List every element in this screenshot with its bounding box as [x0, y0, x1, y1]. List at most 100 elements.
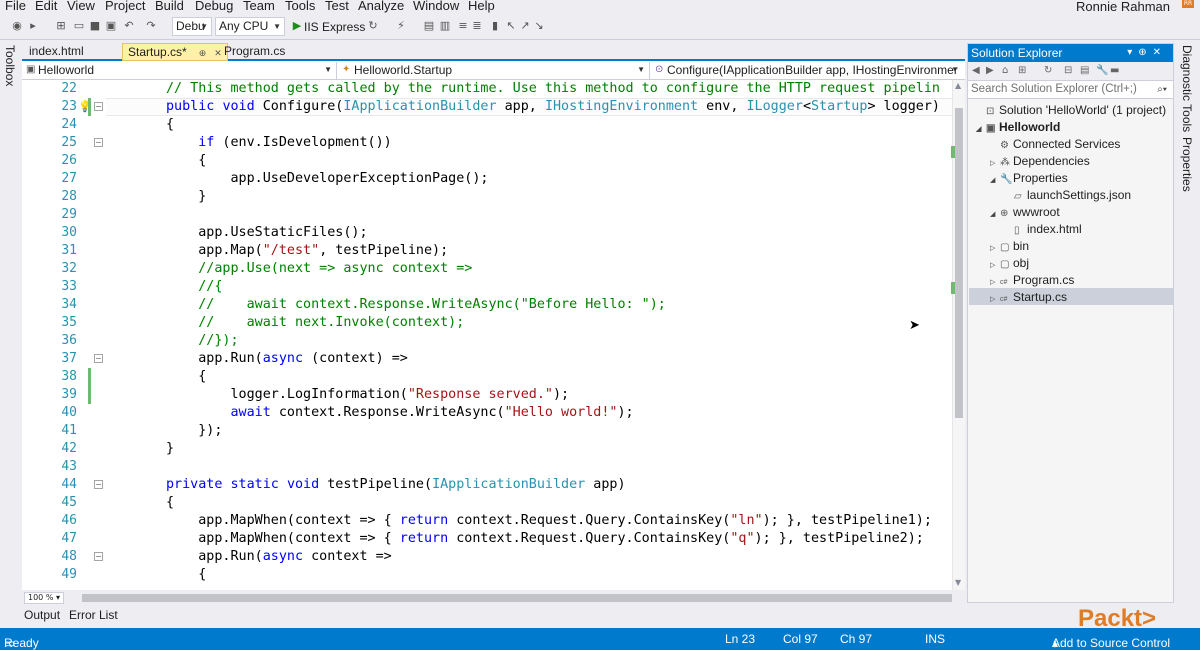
switch-views-icon[interactable]: ⊞ — [1018, 65, 1026, 76]
play-icon[interactable]: ▶ — [290, 19, 304, 33]
menu-project[interactable]: Project — [105, 0, 145, 13]
comment-icon[interactable]: ▤ — [422, 19, 436, 33]
tree-item-startup-cs[interactable]: ▷ c# Startup.cs — [990, 289, 1067, 306]
collapse-toggle[interactable]: − — [94, 354, 103, 363]
open-icon[interactable]: ▭ — [72, 19, 86, 33]
collapse-toggle[interactable]: − — [94, 480, 103, 489]
chevron-up-icon: ▴ — [1052, 636, 1059, 650]
outdent-icon[interactable]: ≣ — [470, 19, 484, 33]
user-name[interactable]: Ronnie Rahman — [1076, 0, 1170, 14]
class-combo[interactable]: ✦ Helloworld.Startup ▼ — [338, 62, 650, 79]
run-target-button[interactable]: IIS Express — [304, 20, 365, 34]
menu-window[interactable]: Window — [413, 0, 459, 13]
tab-output[interactable]: Output — [24, 608, 60, 622]
tab-startup-cs[interactable]: Startup.cs* ⊕ ✕ — [122, 43, 228, 61]
home-icon[interactable]: ⌂ — [1002, 65, 1008, 76]
forward-icon[interactable]: ▸ — [26, 19, 40, 33]
menu-view[interactable]: View — [67, 0, 95, 13]
collapse-all-icon[interactable]: ⊟ — [1064, 65, 1072, 76]
tree-item-launchsettings-json[interactable]: ▱ launchSettings.json — [1004, 187, 1131, 204]
menu-analyze[interactable]: Analyze — [358, 0, 404, 13]
undo-icon[interactable]: ↶ — [122, 19, 136, 33]
tree-item-bin[interactable]: ▷ ▢ bin — [990, 238, 1029, 255]
line-number: 28 — [61, 189, 77, 204]
next-bookmark-icon[interactable]: ↗ — [518, 19, 532, 33]
preview-icon[interactable]: ▬ — [1110, 65, 1119, 76]
user-avatar[interactable]: RR — [1182, 0, 1194, 8]
expander-icon[interactable]: ▷ — [990, 291, 1000, 308]
close-icon[interactable]: ✕ — [1153, 47, 1167, 58]
code-token: Startup — [811, 99, 868, 114]
code-line: { — [166, 566, 206, 584]
tree-item-properties[interactable]: ◢ 🔧Properties — [990, 170, 1068, 187]
back-icon[interactable]: ◀ — [972, 65, 980, 76]
prev-bookmark-icon[interactable]: ↖ — [504, 19, 518, 33]
properties-icon[interactable]: 🔧 — [1096, 65, 1108, 76]
code-line: app.MapWhen(context => { return context.… — [166, 530, 924, 548]
diagnostic-tools-tab[interactable]: Diagnostic Tools — [1180, 45, 1194, 132]
menu-test[interactable]: Test — [325, 0, 349, 13]
expander-icon[interactable]: ◢ — [990, 206, 1000, 223]
scroll-down-icon[interactable]: ▼ — [955, 578, 961, 587]
solution-configuration-select[interactable]: Debu ▼ — [172, 17, 212, 36]
menu-help[interactable]: Help — [468, 0, 495, 13]
dropdown-icon[interactable]: ▾ — [1127, 47, 1138, 58]
zoom-level-select[interactable]: 100 % ▾ — [24, 592, 64, 604]
pin-icon[interactable]: ⊕ — [199, 48, 207, 58]
editor-vertical-scrollbar[interactable]: ▲ ▼ — [951, 80, 965, 590]
menu-edit[interactable]: Edit — [35, 0, 57, 13]
horizontal-scroll-thumb[interactable] — [82, 594, 952, 602]
tree-item-label: Solution 'HelloWorld' (1 project) — [999, 103, 1167, 117]
tree-item-index-html[interactable]: ▯ index.html — [1004, 221, 1082, 238]
tree-item-program-cs[interactable]: ▷ c# Program.cs — [990, 272, 1074, 289]
menu-team[interactable]: Team — [243, 0, 275, 13]
tree-item-obj[interactable]: ▷ ▢ obj — [990, 255, 1029, 272]
collapse-toggle[interactable]: − — [94, 552, 103, 561]
properties-tab[interactable]: Properties — [1180, 137, 1194, 192]
toolbox-tab[interactable]: Toolbox — [3, 45, 17, 86]
project-combo[interactable]: ▣ Helloworld ▼ — [22, 62, 337, 79]
refresh-icon[interactable]: ↻ — [366, 19, 380, 33]
expander-icon[interactable]: ◢ — [990, 172, 1000, 189]
show-all-files-icon[interactable]: ▤ — [1080, 65, 1089, 76]
member-combo[interactable]: ⊙ Configure(IApplicationBuilder app, IHo… — [651, 62, 963, 79]
change-marker — [88, 368, 91, 404]
redo-icon[interactable]: ↷ — [144, 19, 158, 33]
code-editor[interactable]: 💡 − − − − − 22 23 24 25 26 27 28 29 30 31 32 33 34 35… — [22, 80, 952, 590]
menu-tools[interactable]: Tools — [285, 0, 315, 13]
collapse-toggle[interactable]: − — [94, 102, 103, 111]
tree-item-solution-helloworld-1-project[interactable]: ⊡ Solution 'HelloWorld' (1 project) — [976, 102, 1166, 119]
tree-item-wwwroot[interactable]: ◢ ⊕ wwwroot — [990, 204, 1060, 221]
clear-bookmarks-icon[interactable]: ↘ — [532, 19, 546, 33]
tab-index-html[interactable]: index.html — [24, 43, 89, 61]
code-token: ); — [617, 405, 634, 420]
uncomment-icon[interactable]: ▥ — [438, 19, 452, 33]
scroll-up-icon[interactable]: ▲ — [955, 81, 961, 90]
menu-file[interactable]: File — [5, 0, 26, 13]
code-token: await — [230, 405, 271, 420]
chevron-down-icon: ▼ — [324, 65, 332, 74]
solution-search-input[interactable]: Search Solution Explorer (Ctrl+;) ⌕▾ — [968, 81, 1173, 99]
menu-build[interactable]: Build — [155, 0, 184, 13]
code-line: } — [166, 188, 206, 206]
save-all-icon[interactable]: ▣ — [104, 19, 118, 33]
tab-error-list[interactable]: Error List — [69, 608, 118, 622]
back-icon[interactable]: ◉ — [10, 19, 24, 33]
sync-icon[interactable]: ↻ — [1044, 65, 1052, 76]
pin-icon[interactable]: ⊕ — [1138, 47, 1152, 58]
bookmark-icon[interactable]: ▮ — [488, 19, 502, 33]
indent-icon[interactable]: ≡ — [456, 19, 470, 33]
tree-item-dependencies[interactable]: ▷ ⁂ Dependencies — [990, 153, 1090, 170]
tree-item-helloworld[interactable]: ◢ ▣ Helloworld — [976, 119, 1060, 136]
solution-platform-select[interactable]: Any CPU ▼ — [215, 17, 285, 36]
browser-link-icon[interactable]: ⚡ — [394, 19, 408, 33]
tab-program-cs[interactable]: Program.cs — [219, 43, 290, 61]
collapse-toggle[interactable]: − — [94, 138, 103, 147]
menu-debug[interactable]: Debug — [195, 0, 233, 13]
save-icon[interactable]: ■ — [88, 19, 102, 33]
new-project-icon[interactable]: ⊞ — [54, 19, 68, 33]
forward-icon[interactable]: ▶ — [986, 65, 994, 76]
expander-icon[interactable]: ◢ — [976, 121, 986, 138]
scroll-thumb[interactable] — [955, 108, 963, 418]
tree-item-connected-services[interactable]: ⚙ Connected Services — [990, 136, 1120, 153]
